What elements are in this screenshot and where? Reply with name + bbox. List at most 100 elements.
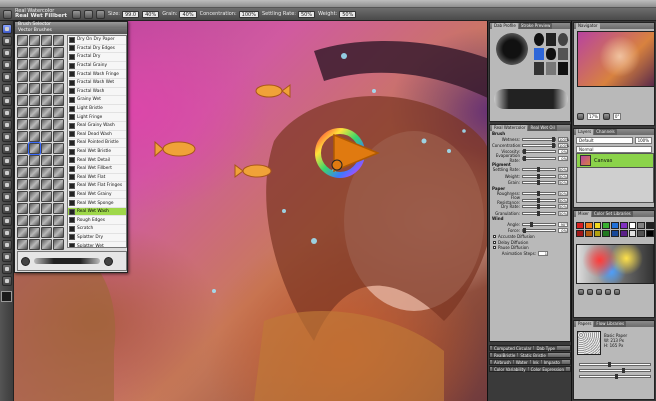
tab-dab-type[interactable]: Dab Type: [534, 346, 557, 351]
slider-value-input[interactable]: 50%: [558, 167, 568, 173]
dropper-icon[interactable]: [1, 36, 12, 46]
brush-category-icon[interactable]: [41, 191, 52, 202]
rotate-icon[interactable]: [1, 216, 12, 226]
slider-value-input[interactable]: 100%: [558, 136, 569, 142]
color-swatch[interactable]: [593, 230, 602, 237]
tab-real-wet-oil[interactable]: Real Wet Oil: [528, 125, 557, 131]
opacity-input[interactable]: 100%: [634, 137, 652, 144]
slider-track[interactable]: [522, 173, 556, 179]
text-icon[interactable]: [1, 108, 12, 118]
brush-category-icon[interactable]: [41, 155, 52, 166]
layer-item-canvas[interactable]: Canvas: [577, 154, 653, 168]
slider-knob[interactable]: [608, 361, 611, 367]
eraser-icon[interactable]: [1, 48, 12, 58]
brush-category-icon[interactable]: [53, 167, 64, 178]
brush-tip-icon[interactable]: [72, 9, 81, 19]
brush-category-icon[interactable]: [53, 191, 64, 202]
brush-category-icon[interactable]: [17, 59, 28, 70]
settling-input[interactable]: 50%: [297, 10, 316, 18]
brush-variant-item[interactable]: Fractal Grainy: [68, 62, 126, 71]
opacity-input[interactable]: 40%: [142, 10, 160, 18]
size-input[interactable]: 99.0: [121, 10, 140, 18]
color-swatch[interactable]: [602, 222, 611, 229]
tab-papers[interactable]: Papers: [576, 321, 594, 327]
brush-variant-item[interactable]: Real Wet Grainy: [68, 191, 126, 200]
slider-track[interactable]: [522, 180, 556, 186]
brush-variant-item[interactable]: Dry On Dry Paper: [68, 36, 126, 45]
brush-category-icon[interactable]: [41, 203, 52, 214]
brush-variant-item[interactable]: Fractal Wash: [68, 88, 126, 97]
brush-category-icon[interactable]: [29, 131, 40, 142]
brush-variant-item[interactable]: Fractal Wash Wet: [68, 79, 126, 88]
brush-variant-item[interactable]: Real Wet Wash: [68, 207, 126, 217]
slider-value-input[interactable]: 0%: [558, 155, 568, 161]
color-swatch[interactable]: [584, 230, 593, 237]
brush-variant-item[interactable]: Light Bristle: [68, 105, 126, 114]
slider-knob[interactable]: [537, 191, 541, 197]
brush-variant-item[interactable]: Real Wet Detail: [68, 156, 126, 165]
panel-bar-airbrush[interactable]: Airbrush Water Ink Impasto: [489, 359, 571, 365]
slider-value-input[interactable]: 50%: [558, 197, 568, 203]
brush-category-icon[interactable]: [41, 35, 52, 46]
brush-category-icon[interactable]: [29, 215, 40, 226]
checkbox-box[interactable]: [493, 240, 496, 244]
tab-impasto[interactable]: Impasto: [541, 360, 562, 365]
zoom-input[interactable]: 17%: [587, 113, 600, 120]
color-swatch[interactable]: [646, 230, 654, 237]
play-icon[interactable]: [312, 123, 392, 203]
brush-category-icon[interactable]: [41, 95, 52, 106]
dab-shape-item[interactable]: [546, 47, 556, 61]
brush-category-icon[interactable]: [17, 203, 28, 214]
brush-variant-item[interactable]: Splatter Wet: [68, 242, 126, 247]
slider-knob[interactable]: [615, 374, 618, 380]
brush-variant-item[interactable]: Scratch: [68, 225, 126, 234]
tab-navigator[interactable]: Navigator: [576, 23, 600, 29]
slider-track[interactable]: [522, 155, 556, 161]
tab-dab-profile[interactable]: Dab Profile: [492, 23, 518, 29]
brush-category-icon[interactable]: [53, 71, 64, 82]
color-swatch[interactable]: [646, 222, 654, 229]
brush-category-icon[interactable]: [53, 59, 64, 70]
concentration-input[interactable]: 100%: [238, 10, 259, 18]
slider-value-input[interactable]: 0%: [558, 149, 568, 155]
brush-variant-item[interactable]: Real Wet Bristle: [68, 148, 126, 157]
brush-category-icon[interactable]: [41, 167, 52, 178]
brush-category-icon[interactable]: [17, 83, 28, 94]
checkbox-box[interactable]: [493, 235, 496, 239]
mixer-dropper-icon[interactable]: [596, 289, 602, 295]
rubber-stamp-icon[interactable]: [1, 276, 12, 286]
paper-contrast-slider[interactable]: [579, 368, 651, 374]
dab-shape-item[interactable]: [546, 62, 556, 75]
brush-category-icon[interactable]: [53, 203, 64, 214]
dab-shape-item[interactable]: [558, 47, 568, 61]
brush-variant-item[interactable]: Real Grainy Wash: [68, 122, 126, 131]
panel-bar-color-variability[interactable]: Color Variability Color Expression: [489, 366, 571, 372]
brush-variant-item[interactable]: Fractal Wash Fringe: [68, 70, 126, 79]
brush-variant-item[interactable]: Real Wet Fillbert: [68, 165, 126, 174]
brush-category-icon[interactable]: [29, 239, 40, 250]
brush-variant-item[interactable]: Real Dead Wash: [68, 131, 126, 140]
brush-library-header[interactable]: Vector Brushes: [15, 28, 127, 34]
tab-layers[interactable]: Layers: [576, 129, 594, 135]
brush-category-icon[interactable]: [41, 47, 52, 58]
slider-value-input[interactable]: 50%: [558, 180, 568, 186]
brush-dab-icon[interactable]: [21, 256, 30, 266]
brush-category-icon[interactable]: [41, 179, 52, 190]
brush-category-icon[interactable]: [53, 239, 64, 250]
crop-icon[interactable]: [1, 96, 12, 106]
tab-flow-libraries[interactable]: Flow Libraries: [594, 321, 627, 327]
tab-channels[interactable]: Channels: [594, 129, 617, 135]
brush-variant-item[interactable]: Real Pointed Bristle: [68, 139, 126, 148]
brush-category-icon[interactable]: [29, 203, 40, 214]
dab-shape-item[interactable]: [558, 33, 568, 46]
color-swatch[interactable]: [611, 222, 619, 229]
magic-wand-icon[interactable]: [1, 84, 12, 94]
mixer-pad[interactable]: [576, 244, 654, 284]
brush-category-icon[interactable]: [17, 71, 28, 82]
brush-variant-item[interactable]: Grainy Wet: [68, 96, 126, 105]
slider-knob[interactable]: [622, 368, 625, 374]
pen-icon[interactable]: [1, 132, 12, 142]
brush-category-icon[interactable]: [17, 227, 28, 238]
dab-shape-item[interactable]: [534, 33, 544, 46]
mixer-knife-icon[interactable]: [587, 289, 593, 295]
